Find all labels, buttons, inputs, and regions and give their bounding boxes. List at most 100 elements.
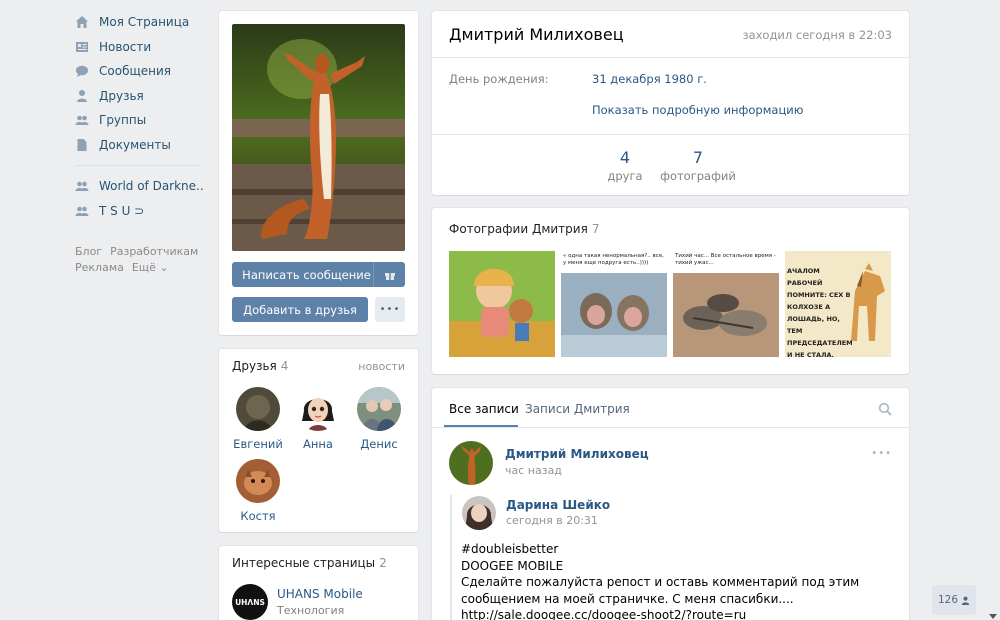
nav-group-world-of-darkness[interactable]: World of Darkne.. [75, 174, 205, 199]
info-divider [432, 134, 909, 135]
post-url-link[interactable]: http://sale.doogee.cc/doogee-shoot2/?rou… [461, 607, 891, 620]
pages-title[interactable]: Интересные страницы 2 [232, 556, 387, 570]
nav-groups[interactable]: Группы [75, 108, 205, 133]
profile-info-card: Дмитрий Милиховец заходил сегодня в 22:0… [432, 11, 909, 195]
avatar[interactable] [449, 441, 493, 485]
photo-caption: Тихий час... Все остальное время - тихий… [675, 253, 776, 266]
post-time[interactable]: час назад [505, 464, 562, 477]
messages-icon [75, 64, 89, 78]
stat-value: 7 [692, 148, 704, 167]
monkeys-image [561, 273, 667, 357]
footer-dev-link[interactable]: Разработчикам [110, 245, 198, 258]
friend-name: Анна [303, 437, 333, 451]
documents-icon [75, 138, 89, 152]
friends-title[interactable]: Друзья 4 [232, 359, 288, 373]
friend-name: Костя [240, 509, 276, 523]
nav-label: T S U ⊃ [99, 203, 145, 218]
friend-item[interactable]: Анна [288, 387, 348, 451]
avatar-card: Написать сообщение Добавить в друзья ••• [219, 11, 418, 335]
nav-news[interactable]: Новости [75, 35, 205, 60]
scroll-down-arrow-icon[interactable] [989, 608, 997, 619]
send-message-label: Написать сообщение [242, 267, 371, 282]
friend-avatar [236, 459, 280, 503]
send-message-button[interactable]: Написать сообщение [232, 262, 405, 287]
photos-count: 7 [591, 222, 600, 236]
uhans-logo[interactable]: UHΛNS [232, 584, 268, 620]
kittens-image [673, 273, 779, 357]
nav-label: Друзья [99, 88, 144, 103]
footer-more-link[interactable]: Ещё ⌄ [132, 261, 169, 274]
news-icon [75, 40, 89, 54]
birthday-label: День рождения: [449, 72, 549, 86]
stat-photos[interactable]: 7 фотографий [658, 148, 738, 183]
nav-label: World of Darkne.. [99, 179, 204, 194]
friend-name: Денис [360, 437, 398, 451]
stat-friends[interactable]: 4 друга [585, 148, 665, 183]
birthday-value[interactable]: 31 декабря 1980 г. [592, 72, 707, 86]
post-hashtag-link[interactable]: #doubleisbetter [461, 541, 891, 558]
avatar[interactable] [462, 496, 496, 530]
tab-all-posts[interactable]: Все записи [449, 402, 519, 416]
photo-thumb[interactable]: « одна такая ненормальная?.. все, у меня… [561, 251, 667, 357]
nav-footer: Блог Разработчикам Реклама Ещё ⌄ [75, 244, 205, 276]
group-icon [75, 179, 89, 193]
friends-news-link[interactable]: новости [358, 360, 405, 373]
nav-friends[interactable]: Друзья [75, 84, 205, 109]
repost-time[interactable]: сегодня в 20:31 [506, 514, 598, 527]
friends-title-text: Друзья [232, 359, 277, 373]
stat-label: фотографий [660, 169, 736, 183]
friend-item[interactable]: Евгений [228, 387, 288, 451]
photos-title[interactable]: Фотографии Дмитрия 7 [449, 222, 599, 236]
nav-label: Группы [99, 113, 147, 128]
friends-count: 4 [280, 359, 289, 373]
footer-ads-link[interactable]: Реклама [75, 261, 124, 274]
post-author-link[interactable]: Дмитрий Милиховец [505, 447, 649, 461]
post-menu-icon[interactable]: ••• [871, 448, 892, 459]
page-category: Технология [277, 604, 345, 617]
photo-thumb[interactable]: АЧАЛОМ РАБОЧЕЙ ПОМНИТЕ: СЕХ В КОЛХОЗЕ А … [785, 251, 891, 357]
online-status: заходил сегодня в 22:03 [742, 28, 892, 42]
more-dots-icon: ••• [379, 304, 401, 315]
friends-icon [75, 89, 89, 103]
show-more-info-link[interactable]: Показать подробную информацию [592, 103, 803, 117]
pages-title-text: Интересные страницы [232, 556, 376, 570]
left-nav: Моя Страница Новости Сообщения Друзья Гр… [75, 10, 205, 223]
post-body: #doubleisbetter DOOGEE MOBILE Сделайте п… [461, 541, 891, 620]
nav-my-page[interactable]: Моя Страница [75, 10, 205, 35]
photo-thumb[interactable] [449, 251, 555, 357]
uhans-logo-text: UHΛNS [235, 597, 265, 607]
squirrel-photo-image [232, 24, 405, 251]
group-icon [75, 204, 89, 218]
home-icon [75, 15, 89, 29]
online-counter-button[interactable]: 126 [932, 585, 976, 615]
nav-label: Сообщения [99, 64, 172, 79]
cartoon-kids-image [449, 251, 555, 357]
footer-blog-link[interactable]: Блог [75, 245, 102, 258]
stat-value: 4 [619, 148, 631, 167]
add-friend-button[interactable]: Добавить в друзья [232, 297, 368, 322]
friend-name: Евгений [233, 437, 283, 451]
profile-photo[interactable] [232, 24, 405, 251]
post-brand-link[interactable]: DOOGEE MOBILE [461, 558, 891, 575]
friend-avatar [236, 387, 280, 431]
nav-divider [75, 165, 200, 166]
friend-item[interactable]: Денис [349, 387, 409, 451]
nav-messages[interactable]: Сообщения [75, 59, 205, 84]
photos-title-text: Фотографии Дмитрия [449, 222, 588, 236]
gift-icon[interactable] [373, 262, 405, 287]
friend-avatar [296, 387, 340, 431]
nav-documents[interactable]: Документы [75, 133, 205, 158]
wall-card: Все записи Записи Дмитрия Дмитрий Милихо… [432, 388, 909, 620]
nav-group-tsu[interactable]: T S U ⊃ [75, 199, 205, 224]
more-actions-button[interactable]: ••• [375, 297, 405, 322]
nav-label: Моя Страница [99, 15, 190, 30]
photo-thumb[interactable]: Тихий час... Все остальное время - тихий… [673, 251, 779, 357]
search-icon[interactable] [878, 402, 892, 416]
repost-author-link[interactable]: Дарина Шейко [506, 498, 610, 512]
user-icon [961, 596, 970, 605]
friends-card: Друзья 4 новости Евгений Анна Денис Костя [219, 349, 418, 532]
friend-item[interactable]: Костя [228, 459, 288, 523]
tab-owner-posts[interactable]: Записи Дмитрия [525, 402, 630, 416]
page-name-link[interactable]: UHANS Mobile [277, 587, 363, 601]
friend-avatar [357, 387, 401, 431]
